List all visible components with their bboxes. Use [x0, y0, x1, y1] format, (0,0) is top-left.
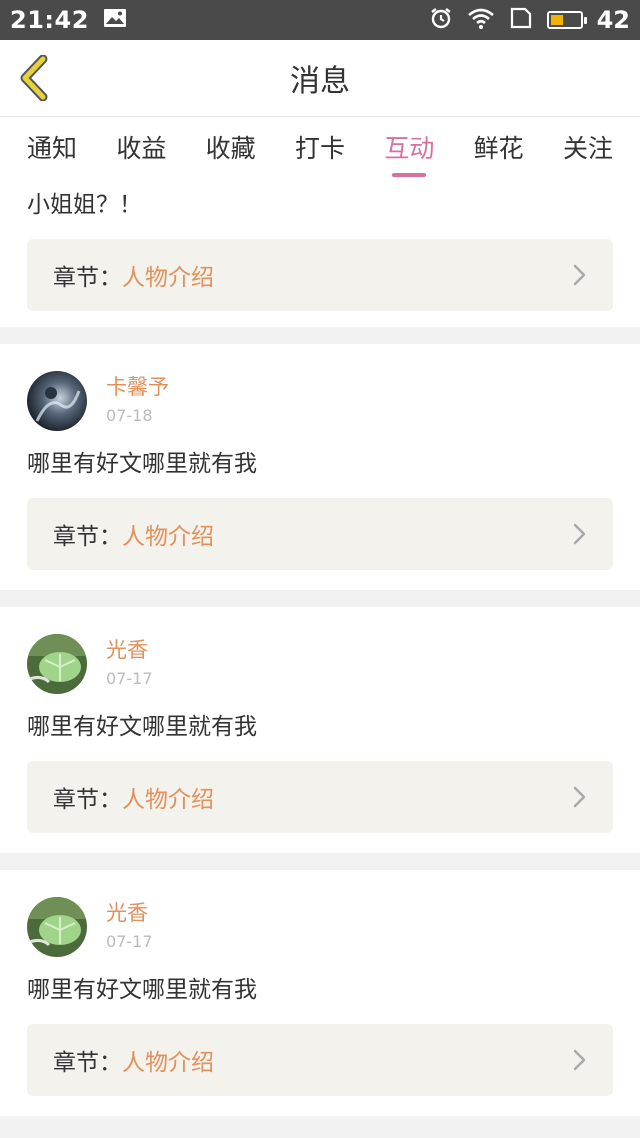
chapter-link[interactable]: 章节：人物介绍	[27, 498, 613, 570]
tab-following[interactable]: 关注	[563, 117, 613, 177]
chapter-title: 人物介绍	[122, 265, 214, 291]
avatar[interactable]	[27, 371, 87, 431]
chevron-right-icon	[573, 523, 586, 545]
page-title: 消息	[290, 64, 350, 99]
chapter-label: 章节：人物介绍	[53, 1043, 214, 1077]
tab-flowers[interactable]: 鲜花	[474, 117, 524, 177]
user-row: 光香 07-17	[27, 633, 613, 695]
chapter-title: 人物介绍	[122, 1050, 214, 1076]
chapter-title: 人物介绍	[122, 524, 214, 550]
chapter-link[interactable]: 章节：人物介绍	[27, 239, 613, 311]
user-row: 光香 07-17	[27, 896, 613, 958]
chevron-right-icon	[573, 786, 586, 808]
message-card: 小姐姐？！ 章节：人物介绍	[0, 177, 640, 327]
message-text: 小姐姐？！	[27, 192, 142, 218]
chevron-right-icon	[573, 1049, 586, 1071]
wifi-icon	[467, 6, 495, 34]
message-feed: 小姐姐？！ 章节：人物介绍 卡馨予 07-18 哪里有好文哪里就有我 章节：人物…	[0, 177, 640, 1133]
message-date: 07-17	[106, 932, 153, 951]
tab-earnings[interactable]: 收益	[116, 117, 166, 177]
avatar[interactable]	[27, 634, 87, 694]
status-bar: 21:42 42	[0, 0, 640, 40]
chapter-prefix: 章节：	[53, 265, 122, 291]
chapter-link[interactable]: 章节：人物介绍	[27, 761, 613, 833]
tab-checkin[interactable]: 打卡	[295, 117, 345, 177]
tab-notifications[interactable]: 通知	[27, 117, 77, 177]
chevron-left-icon	[20, 55, 48, 101]
chapter-prefix: 章节：	[53, 1050, 122, 1076]
user-meta: 光香 07-17	[106, 899, 153, 955]
message-text: 哪里有好文哪里就有我	[27, 977, 257, 1003]
chapter-link[interactable]: 章节：人物介绍	[27, 1024, 613, 1096]
user-meta: 卡馨予 07-18	[106, 373, 169, 429]
battery-level	[550, 15, 563, 25]
sim-icon	[509, 7, 533, 33]
chapter-prefix: 章节：	[53, 787, 122, 813]
username[interactable]: 光香	[106, 636, 153, 664]
message-text: 哪里有好文哪里就有我	[27, 714, 257, 740]
username[interactable]: 光香	[106, 899, 153, 927]
battery-percent: 42	[596, 6, 630, 34]
status-time: 21:42	[10, 6, 89, 34]
chapter-label: 章节：人物介绍	[53, 780, 214, 814]
username[interactable]: 卡馨予	[106, 373, 169, 401]
chapter-label: 章节：人物介绍	[53, 517, 214, 551]
message-card: 光香 07-17 哪里有好文哪里就有我 章节：人物介绍	[0, 870, 640, 1116]
tab-bar: 通知 收益 收藏 打卡 互动 鲜花 关注	[0, 117, 640, 177]
avatar[interactable]	[27, 897, 87, 957]
tab-interaction[interactable]: 互动	[384, 117, 434, 177]
battery-icon	[546, 11, 587, 29]
chevron-right-icon	[573, 264, 586, 286]
message-text: 哪里有好文哪里就有我	[27, 451, 257, 477]
chapter-label: 章节：人物介绍	[53, 258, 214, 292]
message-card: 卡馨予 07-18 哪里有好文哪里就有我 章节：人物介绍	[0, 344, 640, 590]
status-right: 42	[429, 6, 630, 34]
message-date: 07-18	[106, 406, 153, 425]
user-meta: 光香 07-17	[106, 636, 153, 692]
chapter-prefix: 章节：	[53, 524, 122, 550]
user-row: 卡馨予 07-18	[27, 370, 613, 432]
status-left: 21:42	[10, 6, 127, 34]
chapter-title: 人物介绍	[122, 787, 214, 813]
message-card: 光香 07-17 哪里有好文哪里就有我 章节：人物介绍	[0, 607, 640, 853]
message-date: 07-17	[106, 669, 153, 688]
image-icon	[103, 8, 127, 32]
alarm-icon	[429, 6, 453, 34]
back-button[interactable]	[14, 52, 54, 104]
app-header: 消息	[0, 40, 640, 117]
tab-favorites[interactable]: 收藏	[206, 117, 256, 177]
